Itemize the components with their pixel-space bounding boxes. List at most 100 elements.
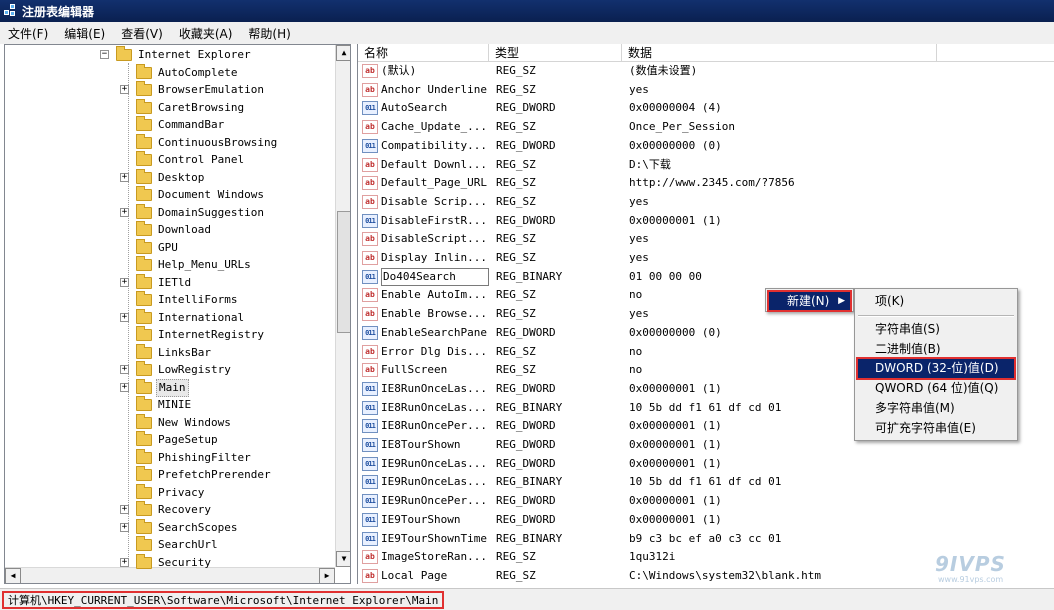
folder-icon [136,133,152,149]
value-row[interactable]: 011 IE9RunOncePer... REG_DWORD 0x00000001 (… [358,492,1054,511]
value-row[interactable]: ab (默认) REG_SZ (数值未设置) [358,62,1054,81]
expand-icon[interactable]: + [120,522,129,532]
menu-item[interactable]: 编辑(E) [56,25,113,42]
menu-item-new[interactable]: 新建(N) ▶ [767,290,852,312]
value-name: AutoSearch [381,101,448,115]
expand-icon[interactable]: + [120,557,129,567]
expand-icon[interactable]: + [120,382,129,392]
menu-item[interactable]: 查看(V) [113,25,171,42]
value-row[interactable]: ab Anchor Underline REG_SZ yes [358,81,1054,100]
expand-icon[interactable]: + [120,85,129,94]
column-header-type[interactable]: 类型 [489,44,622,62]
value-row[interactable]: 011 DisableFirstR... REG_DWORD 0x00000001 (… [358,212,1054,231]
column-header-name[interactable]: 名称 [358,44,489,62]
binary-value-icon: 011 [362,381,378,396]
folder-icon [136,326,152,341]
binary-value-icon: 011 [362,138,378,153]
value-data: 0x00000004 (4) [629,101,722,115]
expand-icon[interactable]: + [120,207,129,217]
submenu-item[interactable]: 字符串值(S) [858,320,1014,339]
folder-icon [136,308,152,324]
scroll-up-button[interactable]: ▲ [336,45,350,61]
value-row[interactable]: 011 IE9TourShown REG_DWORD 0x00000001 (1) [358,511,1054,530]
value-row[interactable]: ab Disable Scrip... REG_SZ yes [358,193,1054,212]
key-tree-pane[interactable]: ▲ ▼ ◀ ▶ − Internet Explorer AutoComplete + B… [4,44,351,584]
submenu-item[interactable]: QWORD (64 位)值(Q) [858,379,1014,398]
value-row[interactable]: 011 Do404Search REG_BINARY 01 00 00 00 [358,267,1054,287]
menu-item[interactable]: 收藏夹(A) [171,25,241,42]
value-name: Error Dlg Dis... [381,344,487,358]
status-bar: 计算机\HKEY_CURRENT_USER\Software\Microsoft… [0,588,1054,610]
string-value-icon: ab [362,363,378,378]
value-name: DisableFirstR... [381,213,487,227]
value-type: REG_SZ [496,157,536,171]
expand-icon[interactable]: + [120,277,129,287]
tree-item-label: Main [156,378,189,397]
scroll-right-button[interactable]: ▶ [319,568,335,583]
value-row[interactable]: 011 IE9RunOnceLas... REG_BINARY 10 5b dd f1… [358,473,1054,492]
value-row[interactable]: ab Cache_Update_... REG_SZ Once_Per_Session [358,118,1054,137]
expand-icon[interactable]: + [120,312,129,322]
value-name: IE8RunOncePer... [381,419,487,433]
folder-icon [136,81,152,96]
menu-item-dword-32[interactable]: DWORD (32-位)值(D) [856,357,1016,381]
tree-item-label: Security [158,555,211,569]
binary-value-icon: 011 [362,512,378,527]
submenu-item[interactable]: 可扩充字符串值(E) [858,419,1014,438]
value-data: yes [629,251,649,264]
value-name: Display Inlin... [381,251,487,264]
tree-item-label: PhishingFilter [158,450,251,464]
folder-icon [136,466,152,481]
menu-item[interactable]: 文件(F) [0,25,56,42]
value-data: yes [629,194,649,208]
tree-vertical-scrollbar[interactable]: ▲ ▼ [335,45,350,567]
binary-value-icon: 011 [362,325,378,340]
expand-icon[interactable]: + [120,505,129,514]
value-name: IE8RunOnceLas... [381,381,487,395]
string-value-icon: ab [362,344,378,359]
folder-icon [136,343,152,359]
expand-icon[interactable]: + [120,365,129,374]
menu-separator [858,314,1014,317]
scroll-left-button[interactable]: ◀ [5,568,21,583]
menu-item[interactable]: 帮助(H) [240,25,298,42]
folder-icon [136,221,152,236]
value-type: REG_BINARY [496,400,563,414]
value-type: REG_DWORD [496,494,556,508]
submenu-item[interactable]: 多字符串值(M) [858,399,1014,418]
value-name: Default_Page_URL [381,176,487,190]
value-row[interactable]: ab DisableScript... REG_SZ yes [358,230,1054,249]
value-type: REG_SZ [496,550,536,564]
value-name[interactable]: Do404Search [381,267,489,286]
collapse-icon[interactable]: − [100,50,109,59]
value-row[interactable]: ab Default_Page_URL REG_SZ http://www.2345.… [358,174,1054,193]
binary-value-icon: 011 [362,419,378,434]
column-header-data[interactable]: 数据 [622,44,937,62]
value-type: REG_SZ [496,251,536,264]
submenu-item[interactable]: 二进制值(B) [858,340,1014,359]
value-row[interactable]: ab Display Inlin... REG_SZ yes [358,249,1054,268]
value-row[interactable]: 011 Compatibility... REG_DWORD 0x00000000 (… [358,137,1054,156]
value-type: REG_DWORD [496,325,556,339]
binary-value-icon: 011 [362,531,378,546]
tree-item-label: International [158,310,245,324]
value-row[interactable]: 011 IE9RunOnceLas... REG_DWORD 0x00000001 (… [358,455,1054,474]
tree-item-label: Privacy [158,485,205,499]
value-data: 0x00000000 (0) [629,138,722,152]
folder-icon [136,413,152,429]
value-row[interactable]: ab Default Downl... REG_SZ D:\下载 [358,156,1054,175]
scroll-down-button[interactable]: ▼ [336,551,350,567]
value-row[interactable]: 011 IE9TourShownTime REG_BINARY b9 c3 bc ef… [358,530,1054,549]
value-row[interactable]: 011 AutoSearch REG_DWORD 0x00000004 (4) [358,99,1054,118]
value-name: Anchor Underline [381,82,487,96]
value-name: Enable Browse... [381,307,487,321]
value-type: REG_SZ [496,363,536,377]
string-value-icon: ab [362,251,378,265]
submenu-item[interactable]: 项(K) [858,292,1014,311]
scroll-thumb[interactable] [337,211,350,333]
value-data: Once_Per_Session [629,120,735,134]
value-type: REG_DWORD [496,419,556,433]
value-type: REG_BINARY [496,475,563,489]
expand-icon[interactable]: + [120,172,129,182]
tree-item-label: Control Panel [158,153,245,166]
